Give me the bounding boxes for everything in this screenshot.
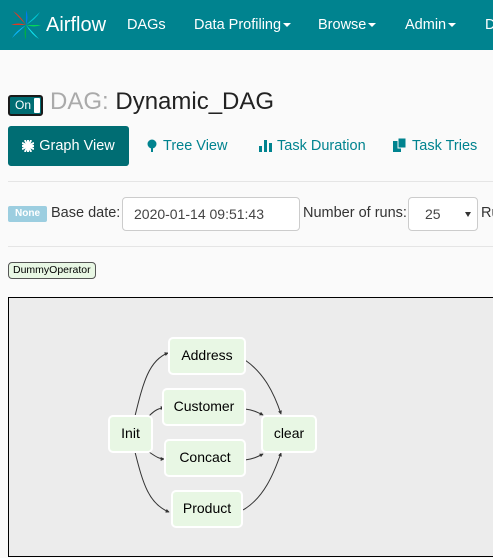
select-caret-icon	[465, 212, 471, 217]
tab-graph-view-label: Graph View	[39, 138, 115, 154]
task-node-concact[interactable]: Concact	[164, 439, 246, 477]
nav-admin[interactable]: Admin	[405, 0, 457, 50]
task-node-label: clear	[273, 425, 305, 441]
task-node-customer[interactable]: Customer	[162, 388, 246, 426]
tab-task-tries[interactable]: Task Tries	[393, 126, 477, 166]
brand-name: Airflow	[46, 13, 107, 36]
nav-admin-label: Admin	[405, 17, 447, 33]
base-date-value: 2020-01-14 09:51:43	[134, 206, 264, 222]
task-node-label: Init	[121, 425, 140, 441]
task-node-label: Concact	[179, 449, 231, 465]
run-label: Run:	[481, 205, 493, 221]
airflow-logo-icon	[11, 10, 41, 40]
divider	[8, 246, 493, 247]
caret-down-icon	[283, 23, 292, 28]
task-node-product[interactable]: Product	[171, 490, 243, 528]
nav-browse-label: Browse	[318, 17, 367, 33]
tree-icon	[147, 139, 157, 152]
dag-title: DAG: Dynamic_DAG	[50, 88, 274, 116]
nav-dags[interactable]: DAGs	[127, 0, 166, 50]
dag-title-name: Dynamic_DAG	[115, 88, 275, 115]
edge-address-clear	[244, 359, 282, 415]
asterisk-icon	[21, 139, 35, 153]
divider	[8, 181, 493, 182]
tab-graph-view[interactable]: Graph View	[8, 126, 129, 166]
tab-tree-view-label: Tree View	[163, 138, 228, 154]
tab-task-tries-label: Task Tries	[412, 138, 478, 154]
edge-init-concact	[148, 451, 165, 461]
base-date-label: Base date:	[51, 205, 121, 221]
task-node-label: Product	[182, 500, 232, 516]
caret-down-icon	[368, 23, 377, 28]
edge-concact-clear	[244, 453, 264, 461]
dag-graph-canvas[interactable]: Init Address Customer Concact Product cl…	[8, 297, 493, 557]
task-node-address[interactable]: Address	[168, 337, 246, 375]
airflow-brand[interactable]: Airflow	[10, 8, 106, 42]
task-node-label: Customer	[173, 398, 235, 414]
dag-title-prefix: DAG:	[50, 88, 109, 115]
task-node-clear[interactable]: clear	[261, 415, 317, 453]
bar-chart-icon	[259, 140, 272, 152]
caret-down-icon	[448, 23, 457, 28]
tab-task-duration-label: Task Duration	[277, 138, 366, 154]
nav-docs[interactable]: Docs	[485, 0, 493, 50]
number-of-runs-select[interactable]: 25	[408, 197, 478, 231]
nav-dags-label: DAGs	[127, 17, 166, 33]
toggle-label: On	[15, 98, 32, 112]
task-node-init[interactable]: Init	[108, 415, 153, 453]
number-of-runs-label: Number of runs:	[303, 205, 407, 221]
nav-data-profiling-label: Data Profiling	[194, 17, 282, 33]
duplicate-icon	[393, 137, 407, 152]
nav-browse[interactable]: Browse	[318, 0, 377, 50]
nav-data-profiling[interactable]: Data Profiling	[194, 0, 292, 50]
number-of-runs-value: 25	[425, 206, 441, 222]
base-date-input[interactable]: 2020-01-14 09:51:43	[122, 197, 300, 231]
dag-pause-toggle[interactable]: On	[8, 95, 43, 116]
tab-task-duration[interactable]: Task Duration	[259, 126, 366, 166]
task-node-label: Address	[181, 347, 233, 363]
tab-tree-view[interactable]: Tree View	[146, 126, 227, 166]
edge-customer-clear	[244, 408, 264, 416]
top-navbar: Airflow DAGs Data Profiling Browse Admin…	[0, 0, 493, 50]
operator-legend-dummy[interactable]: DummyOperator	[8, 262, 96, 279]
graph-edges	[134, 352, 282, 513]
state-badge-none: None	[8, 206, 47, 222]
nav-docs-label: Docs	[485, 17, 493, 33]
edge-product-clear	[242, 452, 282, 511]
